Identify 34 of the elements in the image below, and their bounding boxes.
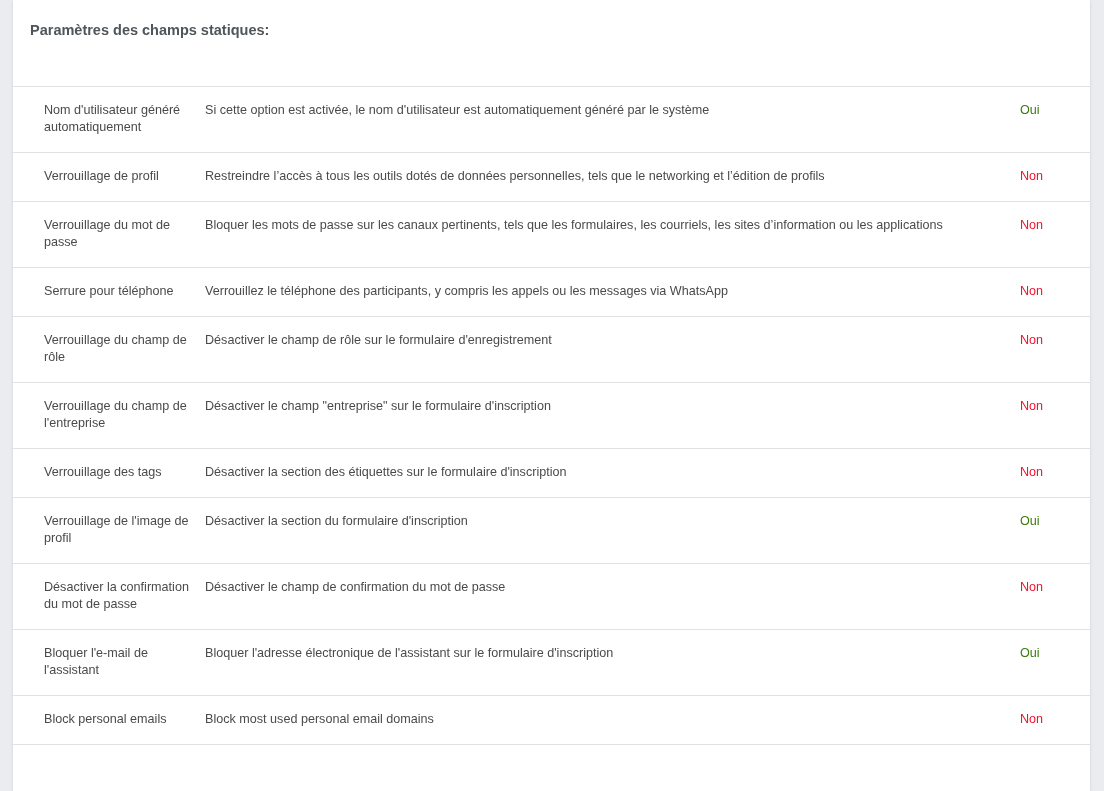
setting-label: Désactiver la confirmation du mot de passe — [44, 579, 190, 613]
setting-description: Restreindre l’accès à tous les outils dotés de données personnelles, tels que le networking et l’édition de profils — [205, 168, 826, 185]
setting-description: Bloquer l'adresse électronique de l'assistant sur le formulaire d'inscription — [205, 645, 615, 662]
setting-value: Oui — [1020, 102, 1041, 119]
setting-description: Block most used personal email domains — [205, 711, 435, 728]
setting-value: Non — [1020, 579, 1045, 596]
setting-value: Oui — [1020, 513, 1041, 530]
setting-description: Verrouillez le téléphone des participants, y compris les appels ou les messages via WhatsApp — [205, 283, 729, 300]
setting-description: Si cette option est activée, le nom d'utilisateur est automatiquement généré par le système — [205, 102, 711, 119]
setting-label: Verrouillage de profil — [44, 168, 160, 185]
setting-label: Verrouillage des tags — [44, 464, 163, 481]
section-title: Paramètres des champs statiques: — [30, 22, 271, 38]
setting-label: Nom d'utilisateur généré automatiquement — [44, 102, 182, 136]
setting-label: Verrouillage du champ de rôle — [44, 332, 188, 366]
setting-value: Non — [1020, 464, 1045, 481]
setting-value: Non — [1020, 398, 1045, 415]
setting-label: Serrure pour téléphone — [44, 283, 175, 300]
setting-description: Désactiver le champ de rôle sur le formulaire d'enregistrement — [205, 332, 553, 349]
setting-description: Désactiver le champ de confirmation du mot de passe — [205, 579, 507, 596]
setting-label: Verrouillage du mot de passe — [44, 217, 172, 251]
setting-value: Non — [1020, 711, 1045, 728]
setting-label: Verrouillage de l'image de profil — [44, 513, 190, 547]
setting-label: Bloquer l'e-mail de l'assistant — [44, 645, 149, 679]
setting-description: Bloquer les mots de passe sur les canaux pertinents, tels que les formulaires, les courriels, les sites d’information ou les applications — [205, 217, 944, 234]
setting-label: Verrouillage du champ de l'entreprise — [44, 398, 188, 432]
setting-value: Non — [1020, 332, 1045, 349]
setting-value: Non — [1020, 168, 1045, 185]
setting-value: Oui — [1020, 645, 1041, 662]
setting-value: Non — [1020, 217, 1045, 234]
setting-description: Désactiver la section du formulaire d'inscription — [205, 513, 469, 530]
setting-description: Désactiver la section des étiquettes sur le formulaire d'inscription — [205, 464, 568, 481]
setting-value: Non — [1020, 283, 1045, 300]
setting-description: Désactiver le champ "entreprise" sur le formulaire d'inscription — [205, 398, 552, 415]
setting-label: Block personal emails — [44, 711, 168, 728]
